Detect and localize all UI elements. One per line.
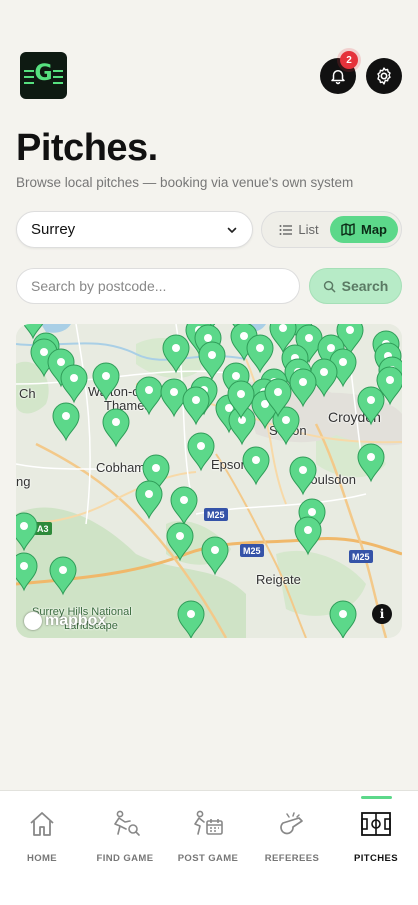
pitch-map-pin[interactable]: [357, 386, 385, 426]
pitch-pins-layer: [16, 324, 402, 638]
gear-icon: [377, 67, 391, 85]
pitch-map-pin[interactable]: [182, 386, 210, 426]
tab-label: FIND GAME: [96, 853, 154, 864]
pitch-map-pin[interactable]: [102, 408, 130, 448]
tab-label: PITCHES: [354, 853, 398, 864]
tab-label: REFEREES: [264, 853, 320, 864]
region-select-value: Surrey: [31, 221, 76, 238]
list-view-label: List: [298, 222, 319, 237]
pitch-icon: [361, 812, 391, 836]
pitch-map-pin[interactable]: [289, 456, 317, 496]
tab-pitches[interactable]: PITCHES: [334, 809, 418, 864]
pitch-map-pin[interactable]: [16, 552, 38, 592]
tab-find-game[interactable]: FIND GAME: [83, 809, 167, 864]
bell-icon: [331, 70, 345, 85]
notifications-button[interactable]: 2: [320, 51, 358, 94]
app-logo[interactable]: G: [20, 52, 67, 99]
logo-letter: G: [34, 61, 53, 86]
home-icon: [30, 812, 54, 836]
find-game-icon: [114, 810, 140, 836]
pitch-map-pin[interactable]: [357, 443, 385, 483]
post-game-icon: [194, 810, 223, 835]
list-view-button[interactable]: List: [268, 216, 330, 243]
page-title: Pitches.: [16, 127, 158, 169]
page-subtitle: Browse local pitches — booking via venue…: [16, 175, 354, 190]
pitch-map-pin[interactable]: [289, 368, 317, 408]
pitch-map-pin[interactable]: [92, 362, 120, 402]
notification-badge: 2: [340, 51, 358, 69]
pitch-map-pin[interactable]: [201, 536, 229, 576]
mapbox-logo-text: mapbox: [45, 612, 107, 629]
map-icon: [341, 223, 355, 236]
pitch-map-pin[interactable]: [162, 334, 190, 374]
pitch-map-pin[interactable]: [177, 600, 205, 638]
postcode-search-input[interactable]: [16, 268, 300, 304]
pitches-map[interactable]: Ch Walton-on- Thames Croydon Sutton Cobh…: [16, 324, 402, 638]
active-tab-indicator: [361, 796, 392, 799]
tab-home[interactable]: HOME: [0, 809, 84, 864]
pitch-map-pin[interactable]: [60, 364, 88, 404]
search-icon: [323, 280, 335, 292]
map-view-button[interactable]: Map: [330, 216, 398, 243]
search-button-label: Search: [341, 278, 389, 294]
region-select[interactable]: Surrey: [16, 211, 253, 248]
pitch-map-pin[interactable]: [166, 522, 194, 562]
pitch-map-pin[interactable]: [329, 600, 357, 638]
pitch-map-pin[interactable]: [135, 480, 163, 520]
bottom-tab-bar: HOME FIND GAME POST GAME REFEREES PITCHE…: [0, 790, 418, 905]
list-icon: [279, 224, 293, 235]
pitch-map-pin[interactable]: [16, 512, 38, 552]
whistle-icon: [280, 812, 303, 835]
pitch-map-pin[interactable]: [49, 556, 77, 596]
tab-post-game[interactable]: POST GAME: [166, 809, 250, 864]
pitch-map-pin[interactable]: [170, 486, 198, 526]
pitch-map-pin[interactable]: [52, 402, 80, 442]
mapbox-attribution[interactable]: mapbox: [24, 612, 106, 630]
app-header: G 2: [20, 51, 402, 100]
pitch-map-pin[interactable]: [246, 334, 274, 374]
settings-button[interactable]: [366, 58, 402, 94]
tab-label: HOME: [26, 853, 58, 864]
pitch-map-pin[interactable]: [198, 341, 226, 381]
pitch-map-pin[interactable]: [242, 446, 270, 486]
search-button[interactable]: Search: [309, 268, 402, 304]
chevron-down-icon: [227, 227, 237, 233]
pitch-map-pin[interactable]: [187, 432, 215, 472]
pitch-map-pin[interactable]: [135, 376, 163, 416]
map-view-label: Map: [361, 222, 387, 237]
tab-label: POST GAME: [177, 853, 239, 864]
pitch-map-pin[interactable]: [294, 516, 322, 556]
tab-referees[interactable]: REFEREES: [250, 809, 334, 864]
mapbox-logo-icon: [24, 612, 42, 630]
view-toggle: List Map: [261, 211, 402, 248]
map-info-button[interactable]: i: [372, 604, 392, 624]
